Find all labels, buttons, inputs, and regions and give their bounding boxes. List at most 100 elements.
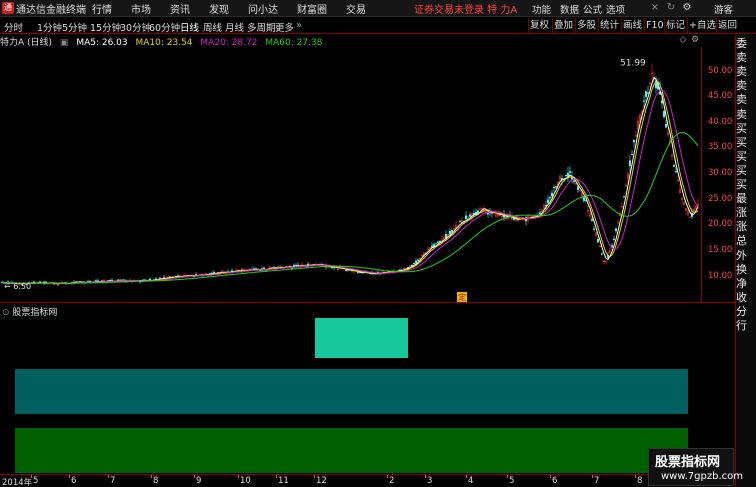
candle-body	[645, 91, 648, 97]
menu-faxian[interactable]: 发现	[209, 1, 229, 16]
candle-body	[665, 124, 668, 128]
period-1min[interactable]: 1分钟	[37, 20, 62, 34]
sidebar-item[interactable]: 委比	[736, 37, 756, 51]
login-warning[interactable]: 证券交易未登录 特 力A	[414, 1, 517, 16]
panel-divider	[0, 302, 735, 303]
indicator-panel-label: ⊙ 股票指标网	[2, 305, 57, 318]
sidebar-item[interactable]: 买二	[736, 136, 756, 150]
candle-body	[675, 171, 678, 173]
sidebar-item[interactable]: 总量	[736, 234, 756, 248]
sidebar-item[interactable]: 买四	[736, 164, 756, 178]
tool-fuquan[interactable]: 复权	[528, 18, 550, 34]
price-tick: 15.00	[708, 245, 733, 256]
candle-body	[331, 267, 334, 269]
candle-body	[415, 260, 418, 264]
candle-body	[413, 263, 416, 265]
menu-xuanxiang[interactable]: 选项	[606, 2, 625, 16]
period-week[interactable]: 周线	[203, 20, 222, 34]
price-tick: 10.00	[708, 270, 733, 281]
month-label: 5	[509, 476, 515, 486]
candle-body	[661, 100, 664, 104]
period-60min[interactable]: 60分钟	[149, 20, 180, 34]
tool-f10[interactable]: F10	[644, 18, 665, 34]
sidebar-item[interactable]: 收益	[736, 291, 756, 305]
tool-add-watch[interactable]: +自选	[687, 18, 717, 34]
menu-wenxiaoda[interactable]: 问小达	[248, 1, 278, 16]
sidebar-item[interactable]: 卖二	[736, 93, 756, 107]
candle-body	[158, 277, 161, 279]
menu-zixun[interactable]: 资讯	[170, 1, 190, 16]
period-more[interactable]: 更多	[275, 20, 294, 34]
sidebar-item[interactable]: 涨幅	[736, 220, 756, 234]
price-tick: 35.00	[708, 142, 733, 153]
sidebar-item[interactable]: 换手	[736, 263, 756, 277]
tool-back[interactable]: 返回	[716, 18, 738, 34]
tool-duogu[interactable]: 多股	[575, 18, 597, 34]
month-label: 8	[637, 476, 643, 486]
indicator-teal-small	[315, 318, 408, 358]
month-label: 3	[427, 476, 433, 486]
candle-body	[435, 243, 438, 245]
sidebar-item[interactable]: 分时	[736, 305, 756, 319]
candle-body	[53, 283, 56, 285]
chart-option-icon[interactable]: ◇	[678, 35, 688, 45]
panel-toggle-icon[interactable]: ⊙	[2, 308, 10, 318]
period-fenshi[interactable]: 分时	[4, 20, 23, 34]
menu-gongneng[interactable]: 功能	[532, 2, 551, 16]
period-day[interactable]: 日线	[180, 20, 199, 34]
close-small-icon[interactable]: ×	[648, 1, 662, 15]
refresh-icon[interactable]: ↻	[664, 1, 678, 15]
guest-label[interactable]: 游客	[714, 2, 733, 16]
month-tick-mark	[194, 475, 195, 478]
high-price-label: 51.99	[620, 58, 646, 68]
menu-gongshi[interactable]: 公式	[583, 2, 602, 16]
sidebar-item[interactable]: 卖四	[736, 65, 756, 79]
sidebar-item[interactable]: 买三	[736, 150, 756, 164]
candle-body	[487, 212, 490, 215]
candle-body	[597, 239, 600, 243]
candle-body	[553, 187, 556, 189]
sidebar-item[interactable]: 卖三	[736, 79, 756, 93]
tool-huaxian[interactable]: 画线	[621, 18, 643, 34]
tool-diejia[interactable]: 叠加	[552, 18, 574, 34]
menu-caifuquan[interactable]: 财富圈	[297, 1, 327, 16]
sidebar-item[interactable]: 涨跌	[736, 206, 756, 220]
sidebar-item[interactable]: 外盘	[736, 249, 756, 263]
price-tick: 25.00	[708, 193, 733, 204]
price-tick: 45.00	[708, 91, 733, 102]
price-tick: 30.00	[708, 168, 733, 179]
period-month[interactable]: 月线	[225, 20, 244, 34]
sidebar-item[interactable]: 买五	[736, 178, 756, 192]
candle-body	[116, 279, 119, 281]
month-label: 7	[110, 476, 116, 486]
sidebar-item[interactable]: 卖一	[736, 108, 756, 122]
sidebar-item[interactable]: 卖五	[736, 51, 756, 65]
sidebar-item[interactable]: 净资	[736, 277, 756, 291]
period-more-chevron-icon[interactable]: »	[296, 20, 302, 31]
candle-body	[465, 215, 468, 220]
candle-body	[417, 259, 420, 261]
period-30min[interactable]: 30分钟	[120, 20, 151, 34]
chart-settings-icon[interactable]: ⚙	[690, 35, 700, 45]
app-title-text: 通达信金融终端	[16, 4, 86, 16]
sidebar-item[interactable]: 行情	[736, 319, 756, 333]
menu-jiaoyi[interactable]: 交易	[346, 1, 366, 16]
menu-shichang[interactable]: 市场	[131, 1, 151, 16]
menu-hangqing[interactable]: 行情	[92, 1, 112, 16]
indicator-info-line: 特力A (日线) ▣ MA5: 26.03 MA10: 23.54 MA20: …	[0, 35, 700, 48]
period-multi[interactable]: 多周期	[247, 20, 276, 34]
settings-icon[interactable]: ⚙	[680, 1, 694, 15]
indicator-teal-wide	[15, 369, 688, 414]
tool-biaoji[interactable]: 标记	[664, 18, 686, 34]
kline-chart[interactable]: 51.99 ← 6.50	[0, 47, 700, 302]
period-5min[interactable]: 5分钟	[62, 20, 87, 34]
menu-shuju[interactable]: 数据	[560, 2, 579, 16]
tool-tongji[interactable]: 统计	[598, 18, 620, 34]
period-15min[interactable]: 15分钟	[90, 20, 121, 34]
sidebar-item[interactable]: 最新	[736, 192, 756, 206]
month-label: 4	[468, 476, 474, 486]
month-tick-mark	[635, 475, 636, 478]
sidebar-item[interactable]: 买一	[736, 122, 756, 136]
ma20-line	[1, 89, 699, 285]
candle-body	[573, 180, 576, 183]
